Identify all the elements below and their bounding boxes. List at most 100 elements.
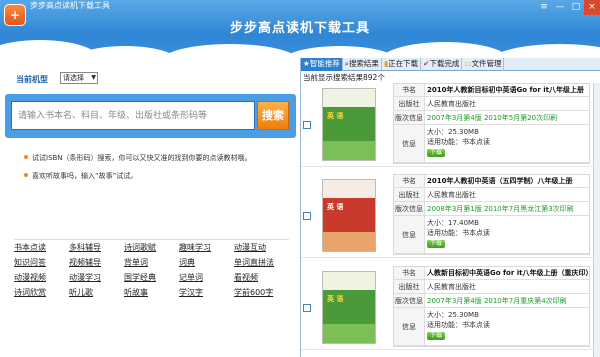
book-version: 2008年3月第1版 2010年7月黑龙江第3次印刷	[427, 205, 574, 213]
book-checkbox[interactable]	[303, 304, 311, 312]
chevron-down-icon: ▼	[91, 74, 96, 81]
link-item[interactable]: 学汉字	[179, 285, 234, 300]
tip-story-text: 喜欢听故事吗，输入“故事”试试。	[32, 172, 138, 180]
download-button[interactable]: 下载	[427, 149, 446, 157]
publisher-label: 出版社	[394, 97, 425, 110]
search-input[interactable]: 请输入书本名、科目、年级、出版社或条形码等	[11, 101, 255, 130]
bullet-icon	[24, 155, 28, 159]
link-item[interactable]: 单词直拼法	[234, 255, 289, 270]
publisher-label: 出版社	[394, 280, 425, 293]
info-row: 版次信息 2007年3月第4版 2010年7月重庆第4次印刷	[394, 294, 589, 308]
search-button[interactable]: 搜索	[257, 101, 289, 130]
book-list: 英 语 书名 2010年人教新目标初中英语Go for it八年级上册 出版社 …	[301, 83, 593, 357]
name-label: 书名	[394, 84, 425, 96]
tab-recommend-label: 智能推荐	[309, 59, 340, 68]
left-panel: 当前机型 请选择 ▼ 请输入书本名、科目、年级、出版社或条形码等 搜索 试试IS…	[0, 58, 300, 357]
info-row: 出版社 人民教育出版社	[394, 97, 589, 111]
link-item[interactable]: 知识问答	[14, 255, 69, 270]
close-button[interactable]: ×	[584, 0, 600, 15]
tab-downloaded-label: 下载完成	[429, 59, 460, 68]
tip-isbn-text: 试试ISBN（条形码）搜索，你可以又快又准的找到你要的点读教材哦。	[32, 154, 252, 162]
window-title: 步步高点读机下载工具	[30, 1, 110, 10]
book-cover-image: 英 语	[322, 179, 376, 252]
book-item: 英 语 书名 2010年人教新目标初中英语Go for it八年级上册 出版社 …	[301, 83, 593, 167]
link-item[interactable]: 动漫学习	[69, 270, 124, 285]
links-row: 书本点读 多科辅导 诗词歌赋 趣味学习 动漫互动	[14, 240, 289, 255]
bullet-icon	[24, 173, 28, 177]
link-item[interactable]: 听故事	[124, 285, 179, 300]
book-item: 英 语 书名 人教新目标初中英语Go for it八年级上册（重庆印） 出版社 …	[301, 266, 593, 350]
link-item[interactable]: 记单词	[179, 270, 234, 285]
book-item: 英 语 书名 2010年人教初中英语（五四学制）八年级上册 出版社 人民教育出版…	[301, 174, 593, 258]
book-publisher: 人民教育出版社	[427, 100, 476, 108]
quick-links: 书本点读 多科辅导 诗词歌赋 趣味学习 动漫互动 知识问答 视频辅导 背单词 词…	[14, 239, 289, 300]
publisher-label: 出版社	[394, 188, 425, 201]
book-info-table: 书名 2010年人教新目标初中英语Go for it八年级上册 出版社 人民教育…	[393, 83, 590, 164]
tab-search-results[interactable]: ⌕搜索结果	[343, 58, 382, 71]
info-label: 信息	[394, 125, 425, 162]
link-item[interactable]: 诗词歌赋	[124, 240, 179, 255]
book-checkbox[interactable]	[303, 212, 311, 220]
tab-downloading-label: 正在下载	[388, 59, 419, 68]
minimize-button[interactable]: —	[552, 0, 568, 15]
tab-search-results-label: 搜索结果	[348, 59, 379, 68]
vertical-scrollbar[interactable]	[593, 83, 600, 357]
download-button[interactable]: 下载	[427, 332, 446, 340]
book-info: 大小：25.30MB 适用功能：书本点读 下载	[425, 308, 589, 345]
tab-downloaded[interactable]: ✔下载完成	[421, 58, 463, 71]
link-item[interactable]: 看视频	[234, 270, 289, 285]
tab-file-manager[interactable]: ▭文件管理	[462, 58, 505, 71]
info-row: 书名 2010年人教新目标初中英语Go for it八年级上册	[394, 84, 589, 97]
title-bar: + 步步高点读机下载工具 步步高点读机下载工具 ≡ — □ ×	[0, 0, 600, 58]
model-select[interactable]: 请选择 ▼	[60, 72, 98, 84]
menu-button[interactable]: ≡	[536, 0, 552, 15]
book-publisher: 人民教育出版社	[427, 283, 476, 291]
info-label: 信息	[394, 216, 425, 253]
book-info-table: 书名 2010年人教初中英语（五四学制）八年级上册 出版社 人民教育出版社 版次…	[393, 174, 590, 255]
link-item[interactable]: 多科辅导	[69, 240, 124, 255]
link-item[interactable]: 词典	[179, 255, 234, 270]
book-info: 大小：17.40MB 适用功能：书本点读 下载	[425, 216, 589, 253]
book-function: 适用功能：书本点读	[427, 229, 490, 237]
book-checkbox[interactable]	[303, 121, 311, 129]
model-select-value: 请选择	[63, 74, 84, 82]
book-cover-image: 英 语	[322, 88, 376, 161]
tab-recommend[interactable]: ★智能推荐	[301, 58, 343, 71]
tab-bar: ★智能推荐 ⌕搜索结果 ▮正在下载 ✔下载完成 ▭文件管理	[301, 58, 600, 71]
links-row: 动漫视频 动漫学习 国学经典 记单词 看视频	[14, 270, 289, 285]
right-panel: ★智能推荐 ⌕搜索结果 ▮正在下载 ✔下载完成 ▭文件管理 当前显示搜索结果89…	[301, 58, 600, 357]
link-item[interactable]: 国学经典	[124, 270, 179, 285]
info-row: 版次信息 2008年3月第1版 2010年7月黑龙江第3次印刷	[394, 202, 589, 216]
maximize-button[interactable]: □	[568, 0, 584, 15]
book-version: 2007年3月第4版 2010年5月第20次印刷	[427, 114, 558, 122]
book-info: 大小：25.30MB 适用功能：书本点读 下载	[425, 125, 589, 162]
tip-isbn: 试试ISBN（条形码）搜索，你可以又快又准的找到你要的点读教材哦。	[24, 153, 292, 163]
link-item[interactable]: 学前600字	[234, 285, 289, 300]
book-size: 大小：25.30MB	[427, 128, 479, 136]
link-item[interactable]: 动漫互动	[234, 240, 289, 255]
book-function: 适用功能：书本点读	[427, 138, 490, 146]
model-label: 当前机型	[16, 75, 48, 84]
info-row: 信息 大小：17.40MB 适用功能：书本点读 下载	[394, 216, 589, 254]
name-label: 书名	[394, 267, 425, 279]
tip-story: 喜欢听故事吗，输入“故事”试试。	[24, 171, 138, 181]
link-item[interactable]: 听儿歌	[69, 285, 124, 300]
info-row: 书名 人教新目标初中英语Go for it八年级上册（重庆印）	[394, 267, 592, 280]
link-item[interactable]: 动漫视频	[14, 270, 69, 285]
links-row: 诗词欣赏 听儿歌 听故事 学汉字 学前600字	[14, 285, 289, 300]
info-row: 信息 大小：25.30MB 适用功能：书本点读 下载	[394, 125, 589, 163]
version-label: 版次信息	[394, 202, 425, 215]
link-item[interactable]: 背单词	[124, 255, 179, 270]
link-item[interactable]: 视频辅导	[69, 255, 124, 270]
info-row: 书名 2010年人教初中英语（五四学制）八年级上册	[394, 175, 589, 188]
window-controls: ≡ — □ ×	[536, 0, 600, 15]
book-function: 适用功能：书本点读	[427, 321, 490, 329]
version-label: 版次信息	[394, 294, 425, 307]
tab-downloading[interactable]: ▮正在下载	[382, 58, 422, 71]
download-button[interactable]: 下载	[427, 240, 446, 248]
link-item[interactable]: 诗词欣赏	[14, 285, 69, 300]
book-size: 大小：25.30MB	[427, 311, 479, 319]
link-item[interactable]: 趣味学习	[179, 240, 234, 255]
info-row: 出版社 人民教育出版社	[394, 188, 589, 202]
link-item[interactable]: 书本点读	[14, 240, 69, 255]
